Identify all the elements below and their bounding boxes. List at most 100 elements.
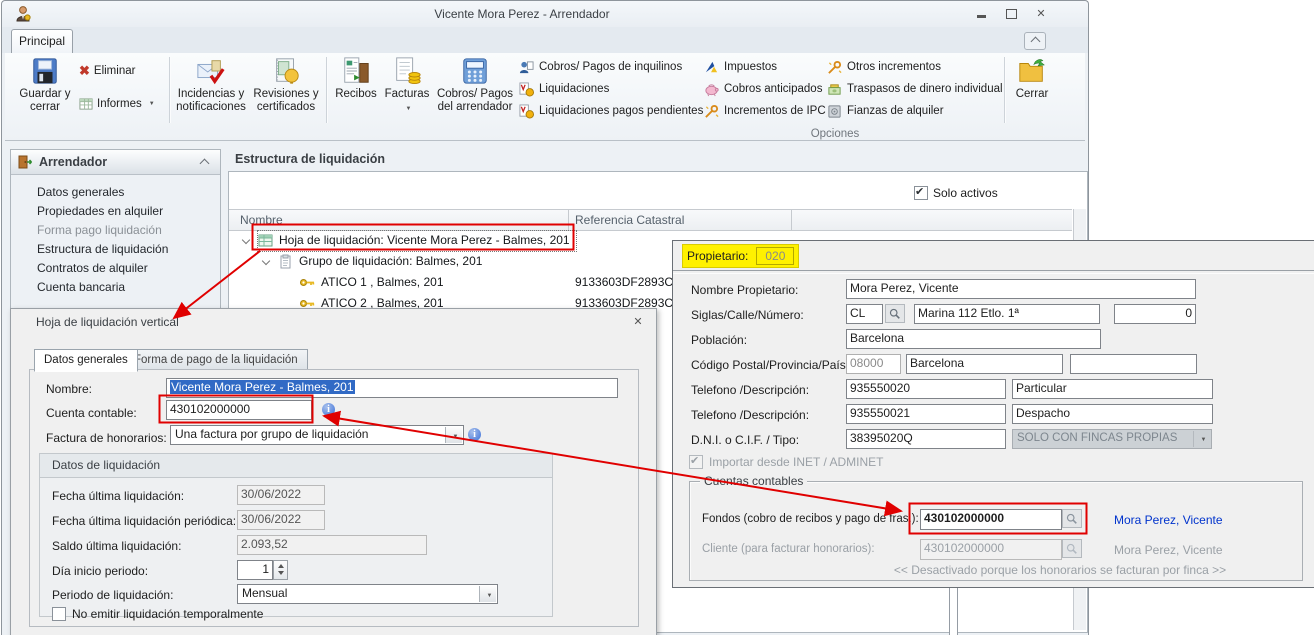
- factura-honorarios-label: Factura de honorarios:: [46, 431, 167, 445]
- info-icon[interactable]: [322, 403, 335, 416]
- calle-input[interactable]: Marina 112 Etlo. 1ª: [914, 304, 1100, 324]
- sidebar-header[interactable]: Arrendador: [11, 150, 220, 175]
- periodo-select[interactable]: Mensual: [237, 584, 498, 604]
- dni-input[interactable]: 38395020Q: [846, 429, 1006, 449]
- cobros-anticipados-item[interactable]: Cobros anticipados: [704, 81, 822, 97]
- siglas-input[interactable]: CL: [846, 304, 883, 324]
- dialog-close-button[interactable]: [629, 314, 647, 329]
- ribbon-collapse-button[interactable]: [1024, 32, 1046, 50]
- tree-row-label: ATICO 1 , Balmes, 201: [321, 275, 444, 289]
- piggy-bank-icon: [704, 82, 719, 97]
- factura-honorarios-value: Una factura por grupo de liquidación: [175, 427, 368, 441]
- traspasos-item[interactable]: Traspasos de dinero individual: [827, 81, 1003, 97]
- dni-label: D.N.I. o C.I.F. / Tipo:: [691, 433, 799, 447]
- fondos-input[interactable]: 430102000000: [920, 509, 1062, 530]
- report-table-icon: [79, 97, 93, 111]
- cuentas-contables-title: Cuentas contables: [700, 474, 807, 488]
- saldo-label: Saldo última liquidación:: [52, 539, 181, 553]
- close-button[interactable]: [1028, 6, 1054, 22]
- nombre-input[interactable]: Vicente Mora Perez - Balmes, 201: [166, 378, 618, 398]
- fondos-search-button[interactable]: [1062, 509, 1082, 528]
- factura-honorarios-select[interactable]: Una factura por grupo de liquidación: [170, 425, 464, 445]
- propietario-panel: Propietario: 020 Nombre Propietario: Mor…: [672, 240, 1314, 588]
- checkbox-checked-icon: [914, 186, 928, 200]
- liquidation-pending-icon: [519, 104, 534, 119]
- spinner-up-icon[interactable]: [278, 564, 284, 568]
- cp-input[interactable]: 08000: [846, 354, 901, 374]
- solo-activos-checkbox[interactable]: Solo activos: [914, 186, 998, 200]
- eliminar-button[interactable]: ✖ Eliminar: [79, 62, 135, 79]
- key-icon: [299, 275, 315, 290]
- fecha1-input: 30/06/2022: [237, 485, 325, 505]
- no-emitir-checkbox[interactable]: No emitir liquidación temporalmente: [52, 607, 263, 621]
- liquidation-doc-icon: [519, 82, 534, 97]
- restore-button[interactable]: [998, 6, 1024, 22]
- search-icon: [1066, 543, 1078, 555]
- group-title: Datos de liquidación: [40, 454, 552, 478]
- dia-inicio-input[interactable]: 1: [237, 560, 273, 580]
- nombre-propietario-label: Nombre Propietario:: [691, 283, 798, 297]
- tel2-input[interactable]: 935550021: [846, 404, 1006, 424]
- tel1-input[interactable]: 935550020: [846, 379, 1006, 399]
- fecha2-input: 30/06/2022: [237, 510, 325, 530]
- dropdown-button[interactable]: [445, 427, 462, 443]
- expander-down-icon[interactable]: [262, 257, 270, 265]
- numero-input[interactable]: 0: [1114, 304, 1196, 324]
- minimize-button[interactable]: [968, 6, 994, 22]
- dia-inicio-label: Día inicio periodo:: [52, 564, 148, 578]
- liquidaciones-item[interactable]: Liquidaciones: [519, 81, 609, 97]
- fianzas-item[interactable]: Fianzas de alquiler: [827, 103, 944, 119]
- tree-row-label: Hoja de liquidación: Vicente Mora Perez …: [279, 233, 570, 247]
- expander-down-icon[interactable]: [242, 236, 250, 244]
- tel1-label: Telefono /Descripción:: [691, 383, 809, 397]
- revisiones-button[interactable]: Revisiones y certificados: [250, 56, 322, 114]
- incidencias-button[interactable]: Incidencias y notificaciones: [176, 56, 246, 114]
- cobros-arrendador-button[interactable]: Cobros/ Pagos del arrendador: [433, 56, 517, 114]
- save-icon: [30, 56, 60, 86]
- nombre-propietario-input[interactable]: Mora Perez, Vicente: [846, 279, 1196, 299]
- tab-datos-generales[interactable]: Datos generales: [34, 349, 138, 372]
- provincia-input[interactable]: Barcelona: [906, 354, 1063, 374]
- cliente-input: 430102000000: [920, 539, 1062, 560]
- cuenta-contable-input[interactable]: 430102000000: [166, 400, 312, 420]
- poblacion-input[interactable]: Barcelona: [846, 329, 1101, 349]
- cobros-anticipados-label: Cobros anticipados: [724, 83, 822, 95]
- tab-principal[interactable]: Principal: [11, 29, 73, 53]
- propietario-header: Propietario: 020: [682, 244, 799, 268]
- increment-tool-icon: [704, 104, 719, 119]
- street-search-button[interactable]: [885, 304, 905, 323]
- informes-button[interactable]: Informes: [79, 95, 155, 112]
- checkbox-checked-disabled-icon: [689, 455, 703, 469]
- otros-incrementos-item[interactable]: Otros incrementos: [827, 59, 941, 75]
- sidebar-item-forma-pago[interactable]: Forma pago liquidación: [11, 221, 220, 240]
- dia-inicio-stepper[interactable]: [273, 560, 288, 580]
- sidebar-item-cuenta-bancaria[interactable]: Cuenta bancaria: [11, 278, 220, 297]
- cobros-inquilinos-item[interactable]: Cobros/ Pagos de inquilinos: [519, 59, 682, 75]
- column-referencia[interactable]: Referencia Catastral: [575, 213, 684, 227]
- sidebar-item-propiedades[interactable]: Propiedades en alquiler: [11, 202, 220, 221]
- tel1-desc-input[interactable]: Particular: [1012, 379, 1213, 399]
- sidebar-item-contratos[interactable]: Contratos de alquiler: [11, 259, 220, 278]
- spinner-down-icon[interactable]: [278, 571, 284, 575]
- liquidaciones-pendientes-item[interactable]: Liquidaciones pagos pendientes: [519, 103, 703, 119]
- sidebar-item-estructura[interactable]: Estructura de liquidación: [11, 240, 220, 259]
- impuestos-item[interactable]: Impuestos: [704, 59, 777, 75]
- cerrar-button[interactable]: Cerrar: [1009, 56, 1055, 101]
- dialog-title: Hoja de liquidación vertical: [36, 315, 179, 329]
- no-emitir-label: No emitir liquidación temporalmente: [72, 607, 263, 621]
- pais-input[interactable]: [1070, 354, 1197, 374]
- dropdown-button[interactable]: [479, 586, 496, 602]
- dropdown-button: [1193, 431, 1210, 447]
- info-icon[interactable]: [468, 428, 481, 441]
- fondos-owner-link[interactable]: Mora Perez, Vicente: [1114, 513, 1223, 527]
- cuenta-contable-label: Cuenta contable:: [46, 406, 137, 420]
- guardar-y-cerrar-button[interactable]: Guardar y cerrar: [17, 56, 73, 114]
- recibos-button[interactable]: Recibos: [332, 56, 380, 101]
- facturas-button[interactable]: Facturas: [382, 56, 432, 116]
- incrementos-ipc-item[interactable]: Incrementos de IPC: [704, 103, 826, 119]
- poblacion-label: Población:: [691, 333, 747, 347]
- column-nombre[interactable]: Nombre: [240, 213, 283, 227]
- sidebar-item-datos-generales[interactable]: Datos generales: [11, 183, 220, 202]
- facturas-label: Facturas: [385, 88, 430, 100]
- tel2-desc-input[interactable]: Despacho: [1012, 404, 1213, 424]
